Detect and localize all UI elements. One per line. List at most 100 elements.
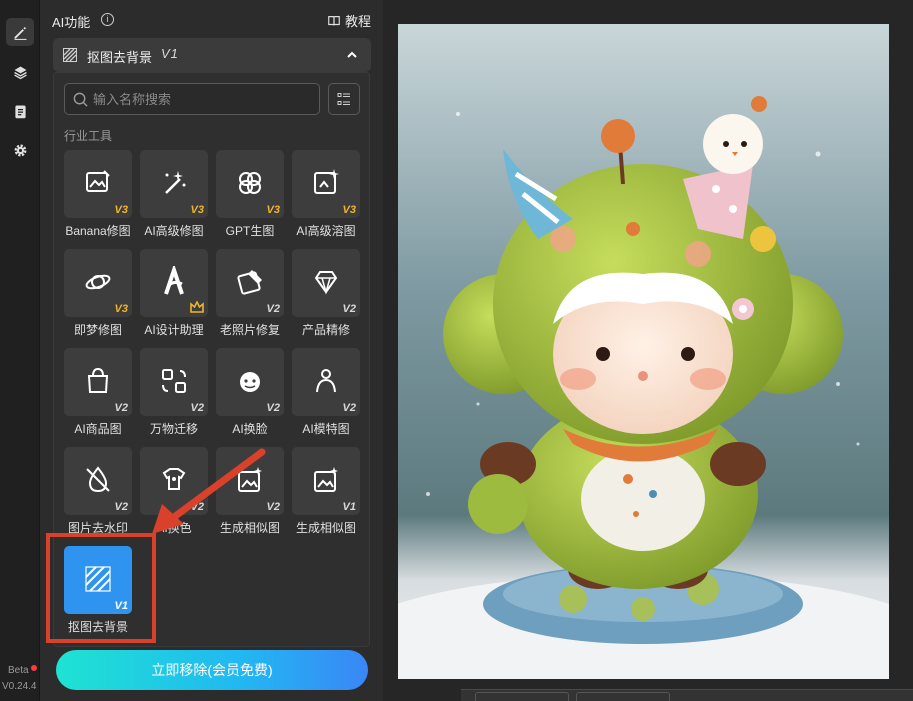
tool-label: 万物迁移	[149, 422, 198, 436]
panel-title: AI功能	[52, 15, 91, 30]
tool-tile[interactable]: V3	[292, 150, 360, 218]
tool-label: Banana修图	[65, 224, 131, 238]
tool-label: 产品精修	[301, 323, 350, 337]
gpt-knot-icon	[239, 172, 261, 194]
function-selector-label: 抠图去背景	[87, 50, 153, 65]
tool-tile[interactable]: V2	[64, 348, 132, 416]
tool-version-badge: V3	[342, 204, 356, 216]
info-icon[interactable]: i	[101, 13, 114, 26]
crown-icon	[190, 301, 204, 313]
search-box[interactable]	[64, 83, 320, 115]
tool-tile[interactable]: V3	[140, 150, 208, 218]
tool-item[interactable]: V2 产品精修	[292, 249, 368, 345]
tool-tile[interactable]: V3	[64, 150, 132, 218]
shopping-bag-icon	[87, 367, 109, 393]
tool-tile[interactable]: V2	[216, 249, 284, 317]
tool-item[interactable]: V2 AI换脸	[216, 348, 292, 444]
tool-tile[interactable]: V2	[140, 348, 208, 416]
tool-version-badge: V3	[114, 204, 128, 216]
tool-item[interactable]: V3 即梦修图	[64, 249, 140, 345]
image-edit-icon	[86, 170, 110, 192]
image-sparkle-icon	[314, 169, 339, 194]
function-selector-version: V1	[161, 46, 179, 61]
tool-label: AI商品图	[74, 422, 122, 436]
stripes-icon	[63, 48, 77, 62]
tool-tile[interactable]: V2	[292, 348, 360, 416]
remove-now-button[interactable]: 立即移除(会员免费)	[56, 650, 368, 690]
pencil-icon	[14, 26, 26, 40]
tool-version-badge: V2	[114, 501, 128, 513]
design-a-icon	[164, 266, 184, 295]
magic-wand-icon	[165, 171, 186, 194]
tool-item[interactable]: V2 AI商品图	[64, 348, 140, 444]
tool-version-badge: V2	[266, 303, 280, 315]
beta-label: Beta	[8, 665, 29, 676]
section-label: 行业工具	[64, 129, 113, 143]
bottom-toolbar-button-1[interactable]	[475, 692, 569, 701]
similar-image-icon	[314, 467, 338, 492]
tool-item[interactable]: V3 Banana修图	[64, 150, 140, 246]
gear-icon	[14, 144, 26, 156]
tool-version-badge: V3	[266, 204, 280, 216]
tool-label: 老照片修复	[219, 323, 280, 337]
tutorial-label: 教程	[345, 14, 372, 29]
beta-dot	[31, 665, 37, 671]
tool-tile[interactable]	[140, 249, 208, 317]
tool-label: AI设计助理	[144, 323, 204, 337]
tool-item[interactable]: V1 生成相似图	[292, 447, 368, 543]
tool-tile[interactable]: V2	[64, 447, 132, 515]
rail-clipboard-button[interactable]	[6, 97, 34, 125]
search-icon	[73, 92, 88, 107]
diamond-icon	[314, 271, 338, 295]
canvas-bottom-toolbar	[461, 689, 913, 701]
function-selector[interactable]: 抠图去背景 V1	[53, 38, 371, 72]
tool-version-badge: V3	[114, 303, 128, 315]
tool-version-badge: V2	[114, 402, 128, 414]
tutorial-link[interactable]: 教程	[327, 11, 371, 30]
tool-tile[interactable]: V3	[216, 150, 284, 218]
tool-label: GPT生图	[225, 224, 275, 238]
tool-label: 即梦修图	[73, 323, 122, 337]
search-input[interactable]	[93, 89, 313, 109]
planet-icon	[85, 274, 111, 290]
bottom-toolbar-button-2[interactable]	[576, 692, 670, 701]
tool-item[interactable]: V3 AI高级溶图	[292, 150, 368, 246]
tool-tile[interactable]: V1	[292, 447, 360, 515]
tool-item[interactable]: V2 图片去水印	[64, 447, 140, 543]
tool-item[interactable]: V3 AI高级修图	[140, 150, 216, 246]
tool-version-badge: V2	[190, 402, 204, 414]
layers-icon	[13, 66, 27, 79]
annotation-arrow	[152, 448, 266, 534]
tool-version-badge: V2	[342, 402, 356, 414]
tool-version-badge: V2	[342, 303, 356, 315]
tool-item[interactable]: V2 万物迁移	[140, 348, 216, 444]
transfer-icon	[162, 369, 186, 393]
tool-label: 生成相似图	[295, 521, 356, 535]
version-label: V0.24.4	[2, 681, 37, 692]
tool-item[interactable]: V2 老照片修复	[216, 249, 292, 345]
tool-tile[interactable]: V2	[216, 348, 284, 416]
tool-item[interactable]: V2 AI模特图	[292, 348, 368, 444]
tool-item[interactable]: V3 GPT生图	[216, 150, 292, 246]
tool-label: AI高级修图	[144, 224, 204, 238]
rail-edit-button[interactable]	[6, 18, 34, 46]
book-icon	[328, 15, 340, 25]
tool-item[interactable]: AI设计助理	[140, 249, 216, 345]
icon-rail: Beta V0.24.4	[0, 0, 40, 701]
tool-label: AI换脸	[232, 422, 268, 436]
tool-tile[interactable]: V3	[64, 249, 132, 317]
canvas-image[interactable]	[398, 24, 889, 679]
model-icon	[316, 369, 336, 393]
canvas-area	[383, 0, 913, 701]
list-view-toggle[interactable]	[328, 83, 360, 115]
photo-repair-icon	[237, 270, 262, 295]
tool-version-badge: V2	[266, 402, 280, 414]
face-swap-icon	[240, 372, 260, 392]
tool-label: AI高级溶图	[296, 224, 356, 238]
tool-tile[interactable]: V2	[292, 249, 360, 317]
tool-version-badge: V1	[342, 501, 356, 513]
rail-layers-button[interactable]	[6, 58, 34, 86]
clipboard-icon	[14, 105, 26, 118]
chevron-up-icon	[347, 51, 357, 58]
rail-settings-button[interactable]	[6, 136, 34, 164]
